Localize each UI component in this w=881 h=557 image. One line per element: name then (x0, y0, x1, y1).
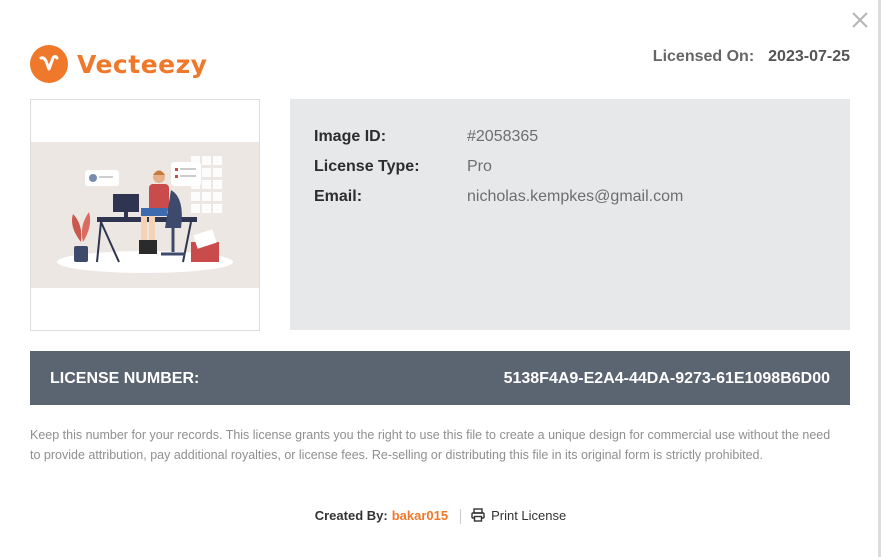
licensed-on-date: 2023-07-25 (768, 48, 850, 65)
license-number-bar: LICENSE NUMBER: 5138F4A9-E2A4-44DA-9273-… (30, 351, 850, 405)
license-type-label: License Type: (314, 158, 420, 175)
print-license-button[interactable]: Print License (471, 508, 566, 523)
license-number-label: LICENSE NUMBER: (50, 370, 200, 387)
footer: Created By: bakar015 Print License (0, 508, 881, 525)
footer-divider (460, 509, 462, 525)
close-icon[interactable] (850, 10, 870, 30)
image-thumbnail (30, 99, 260, 331)
license-details-panel: Image ID: #2058365 License Type: Pro Ema… (290, 99, 850, 330)
created-by-label: Created By: (314, 508, 388, 523)
illustration (31, 142, 259, 288)
print-license-label: Print License (491, 508, 567, 523)
brand-logo[interactable]: Vecteezy (30, 45, 207, 83)
license-type-value: Pro (467, 158, 492, 175)
licensed-on: Licensed On: 2023-07-25 (653, 48, 850, 66)
brand-name: Vecteezy (77, 49, 208, 79)
image-id-value: #2058365 (467, 128, 539, 145)
author-link[interactable]: bakar015 (392, 508, 448, 523)
printer-icon (471, 508, 485, 522)
license-number-value: 5138F4A9-E2A4-44DA-9273-61E1098B6D00 (503, 370, 830, 387)
email-value: nicholas.kempkes@gmail.com (467, 188, 684, 205)
image-id-label: Image ID: (314, 128, 387, 145)
license-terms-note: Keep this number for your records. This … (30, 428, 831, 462)
licensed-on-label: Licensed On: (652, 48, 755, 65)
vecteezy-logo-icon (30, 45, 68, 83)
email-label: Email: (314, 188, 363, 205)
